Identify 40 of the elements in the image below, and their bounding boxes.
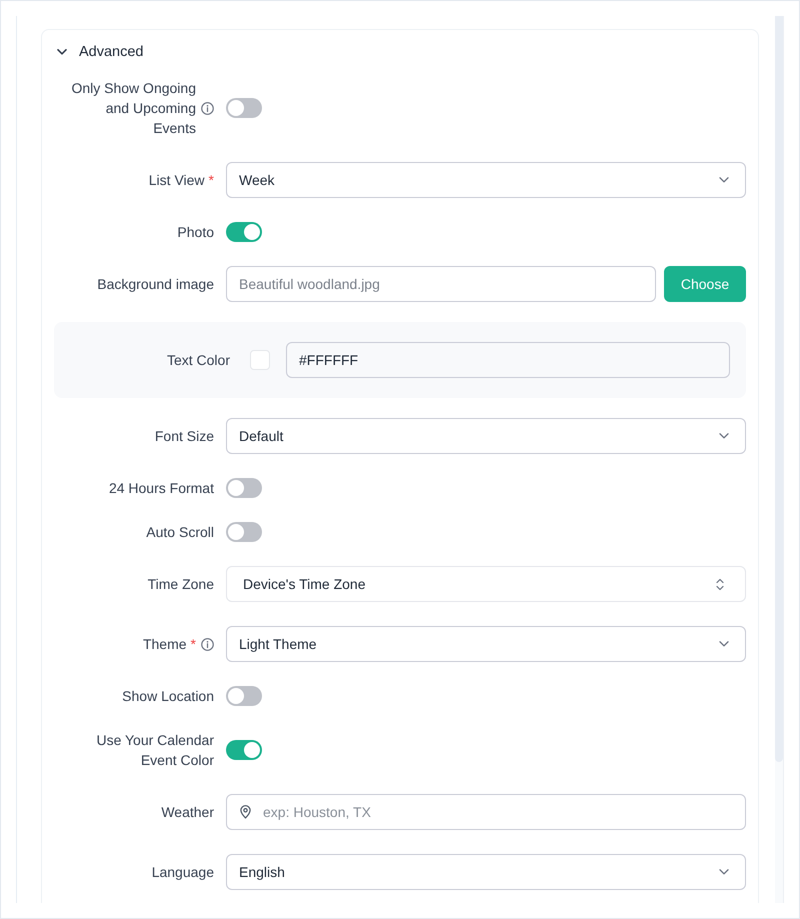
chevron-down-icon bbox=[719, 641, 729, 647]
chevron-down-icon bbox=[719, 433, 729, 439]
color-swatch-icon[interactable] bbox=[250, 350, 270, 370]
field-label: Use Your Calendar Event Color bbox=[95, 731, 214, 770]
info-icon[interactable] bbox=[201, 638, 214, 650]
color-hex-field[interactable]: #FFFFFF bbox=[286, 342, 730, 378]
info-icon[interactable] bbox=[201, 102, 214, 114]
field-label: Photo bbox=[177, 223, 214, 242]
field-label: Show Location bbox=[122, 687, 214, 706]
field-label: 24 Hours Format bbox=[108, 479, 214, 498]
file-name-field[interactable]: Beautiful woodland.jpg bbox=[226, 266, 656, 302]
field-label: Text Color bbox=[166, 351, 230, 370]
dropdown[interactable]: Light Theme bbox=[226, 626, 746, 662]
toggle-switch[interactable] bbox=[226, 686, 262, 706]
chevron-down-icon bbox=[719, 177, 729, 183]
required-mark: * bbox=[208, 171, 214, 190]
required-mark: * bbox=[190, 635, 196, 654]
field-label: Theme bbox=[142, 635, 187, 654]
field-label: Weather bbox=[161, 803, 214, 822]
field-label: Auto Scroll bbox=[146, 523, 214, 542]
dropdown[interactable]: Device's Time Zone bbox=[226, 566, 746, 602]
toggle-switch[interactable] bbox=[226, 740, 262, 760]
field-label: Language bbox=[152, 863, 214, 882]
field-label: List View bbox=[148, 171, 205, 190]
dropdown[interactable]: English bbox=[226, 854, 746, 890]
location-field[interactable]: exp: Houston, TX bbox=[226, 794, 746, 830]
dropdown[interactable]: Week bbox=[226, 162, 746, 198]
map-pin-icon bbox=[240, 805, 251, 819]
field-label: Time Zone bbox=[148, 575, 214, 594]
chevron-down-icon bbox=[719, 869, 729, 875]
chevron-up-down-icon bbox=[716, 578, 724, 590]
dropdown[interactable]: Default bbox=[226, 418, 746, 454]
toggle-switch[interactable] bbox=[226, 522, 262, 542]
field-label: Font Size bbox=[154, 427, 214, 446]
field-label: Only Show Ongoing and Upcoming Events bbox=[70, 79, 196, 138]
toggle-switch[interactable] bbox=[226, 478, 262, 498]
toggle-switch[interactable] bbox=[226, 98, 262, 118]
section-header[interactable]: Advanced bbox=[54, 30, 144, 74]
field-label: Background image bbox=[97, 275, 214, 294]
toggle-switch[interactable] bbox=[226, 222, 262, 242]
